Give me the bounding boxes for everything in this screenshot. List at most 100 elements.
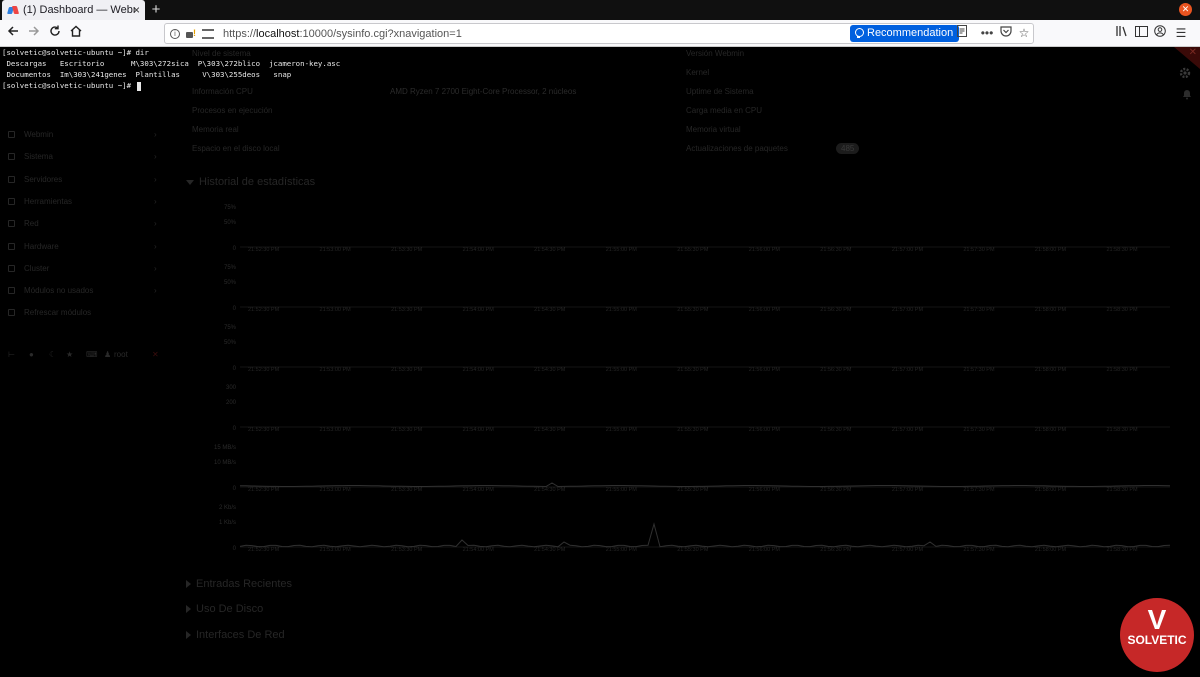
x-tick-label: 21:53:30 PM: [391, 427, 423, 433]
window-close-button[interactable]: ✕: [1179, 3, 1192, 16]
caret-right-icon: [186, 605, 191, 614]
x-tick-label: 21:53:00 PM: [320, 547, 352, 553]
sidebar-item-m-dulos-no-usados[interactable]: Módulos no usados ›: [8, 285, 168, 299]
network-interfaces-section-header[interactable]: Interfaces De Red: [186, 629, 285, 641]
new-tab-button[interactable]: +: [148, 1, 164, 19]
x-tick-label: 21:58:30 PM: [1106, 247, 1138, 253]
tab-close-button[interactable]: ×: [133, 3, 140, 17]
y-tick-label: 75%: [224, 325, 237, 331]
y-tick-label: 300: [226, 385, 237, 391]
gear-icon: [8, 131, 15, 138]
x-tick-label: 21:57:30 PM: [963, 247, 995, 253]
y-tick-label: 75%: [224, 205, 237, 211]
user-icon[interactable]: ♟: [104, 350, 111, 359]
package-updates-badge[interactable]: 485: [836, 143, 860, 154]
x-tick-label: 21:58:00 PM: [1035, 367, 1067, 373]
network-icon: [8, 220, 15, 228]
reader-view-icon[interactable]: [954, 25, 970, 42]
star-icon[interactable]: ★: [66, 350, 73, 359]
forward-button[interactable]: [24, 24, 44, 43]
bookmark-star-icon[interactable]: ☆: [1016, 25, 1032, 42]
tab-dashboard[interactable]: (1) Dashboard — Webmin ×: [2, 0, 145, 20]
terminal-panel[interactable]: [solvetic@solvetic-ubuntu ~]# dir Descar…: [0, 47, 1200, 92]
back-arrow-icon: [7, 26, 18, 36]
x-tick-label: 21:56:00 PM: [749, 367, 781, 373]
sidebar-item-servidores[interactable]: Servidores ›: [8, 174, 168, 188]
x-tick-label: 21:55:30 PM: [677, 367, 709, 373]
sidebar-item-cluster[interactable]: Cluster ›: [8, 263, 168, 277]
x-tick-label: 21:55:00 PM: [606, 307, 638, 313]
x-tick-label: 21:54:30 PM: [534, 307, 566, 313]
terminal-icon[interactable]: ⌨: [86, 350, 98, 359]
terminal-line: Descargas Escritorio M\303\272sica P\303…: [2, 59, 341, 68]
x-tick-label: 21:57:00 PM: [892, 547, 924, 553]
x-tick-label: 21:53:30 PM: [391, 547, 423, 553]
y-tick-label: 0: [233, 426, 237, 432]
network-traffic-line: [239, 522, 1171, 548]
insecure-lock-icon[interactable]: [186, 28, 200, 39]
x-tick-label: 21:55:30 PM: [677, 427, 709, 433]
x-tick-label: 21:52:30 PM: [248, 427, 280, 433]
y-tick-label: 0: [233, 306, 237, 312]
permissions-icon[interactable]: [202, 28, 214, 39]
x-tick-label: 21:56:30 PM: [820, 367, 852, 373]
graphs-canvas: 75% 50% 0 21:52:30 PM 21:53:00 PM 21:53:30 PM…: [214, 205, 1171, 553]
terminal-cursor: [136, 81, 141, 91]
sidebar-toggle-icon[interactable]: [1132, 25, 1150, 42]
x-tick-label: 21:56:00 PM: [749, 547, 781, 553]
sidebar-item-herramientas[interactable]: Herramientas ›: [8, 196, 168, 210]
sidebar-item-label: Servidores: [24, 174, 63, 184]
x-tick-label: 21:56:00 PM: [749, 487, 781, 493]
x-tick-label: 21:57:30 PM: [963, 487, 995, 493]
history-section-header[interactable]: Historial de estadísticas: [186, 176, 315, 188]
y-tick-label: 75%: [224, 265, 237, 271]
x-tick-label: 21:52:30 PM: [248, 307, 280, 313]
account-icon[interactable]: [1151, 25, 1169, 42]
x-tick-label: 21:57:00 PM: [892, 367, 924, 373]
url-text[interactable]: https://localhost:10000/sysinfo.cgi?xnav…: [223, 28, 462, 40]
chevron-right-icon: ›: [154, 286, 157, 296]
recommendation-button[interactable]: Recommendation: [850, 25, 960, 42]
x-tick-label: 21:54:00 PM: [463, 307, 495, 313]
chevron-right-icon: ›: [154, 241, 157, 251]
sidebar-item-label: Módulos no usados: [24, 286, 94, 296]
terminal-prompt[interactable]: [solvetic@solvetic-ubuntu ~]#: [2, 80, 141, 91]
x-tick-label: 21:54:30 PM: [534, 427, 566, 433]
x-tick-label: 21:56:00 PM: [749, 427, 781, 433]
chevron-right-icon: ›: [154, 152, 157, 162]
webmin-dashboard: ✕ Nivel de sistema Información CPU AMD Ryz…: [0, 47, 1200, 677]
lightbulb-icon: [854, 28, 864, 39]
x-tick-label: 21:58:00 PM: [1035, 487, 1067, 493]
x-tick-label: 21:57:00 PM: [892, 307, 924, 313]
sidebar-item-hardware[interactable]: Hardware ›: [8, 241, 168, 255]
crescent-icon[interactable]: ☾: [49, 350, 56, 359]
chevron-right-icon: ›: [154, 196, 157, 206]
y-tick-label: 0: [233, 546, 237, 552]
x-tick-label: 21:52:30 PM: [248, 367, 280, 373]
x-tick-label: 21:56:00 PM: [749, 307, 781, 313]
x-tick-label: 21:54:30 PM: [534, 367, 566, 373]
pocket-icon[interactable]: [998, 25, 1014, 42]
x-tick-label: 21:54:30 PM: [534, 547, 566, 553]
terminal-line: Documentos Im\303\241genes Plantillas V\…: [2, 70, 292, 79]
logout-icon[interactable]: ✕: [152, 350, 159, 359]
sidebar-item-red[interactable]: Red ›: [8, 218, 168, 232]
sidebar-item-refrescar-m-dulos[interactable]: Refrescar módulos: [8, 307, 168, 321]
menu-icon[interactable]: ☰: [1172, 25, 1190, 42]
collapse-icon[interactable]: ⊢: [8, 350, 15, 359]
sidebar-item-label: Webmin: [24, 130, 54, 139]
site-info-icon[interactable]: i: [170, 28, 180, 39]
tools-icon: [8, 197, 15, 205]
page-actions-icon[interactable]: •••: [979, 25, 995, 42]
disk-usage-section-header[interactable]: Uso De Disco: [186, 603, 263, 615]
library-icon[interactable]: [1113, 25, 1131, 42]
back-button[interactable]: [3, 24, 23, 43]
user-name: root: [114, 350, 128, 359]
sidebar-item-webmin[interactable]: Webmin ›: [8, 129, 168, 143]
sidebar-item-sistema[interactable]: Sistema ›: [8, 151, 168, 165]
recent-logins-section-header[interactable]: Entradas Recientes: [186, 578, 292, 590]
home-button[interactable]: [66, 24, 86, 43]
x-tick-label: 21:54:00 PM: [463, 367, 495, 373]
reload-button[interactable]: [45, 24, 65, 43]
dot-icon[interactable]: ●: [29, 350, 34, 359]
